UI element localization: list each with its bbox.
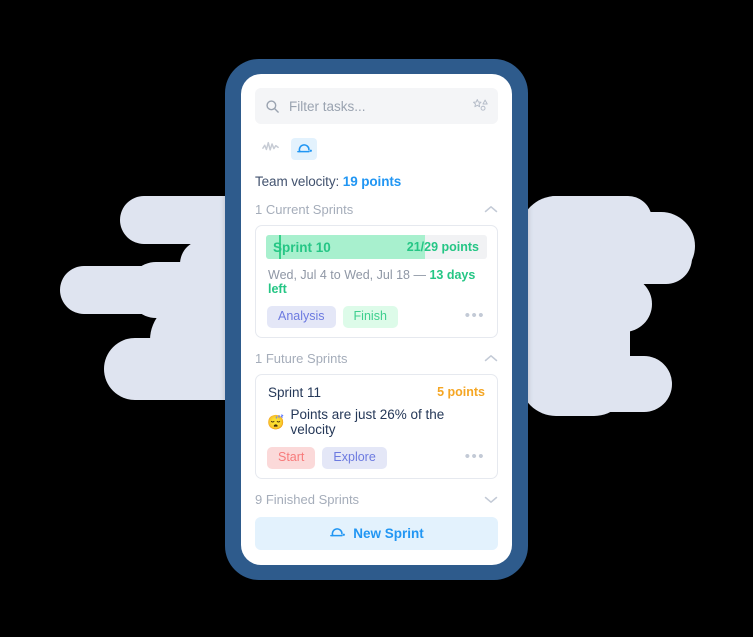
sprint-date-range: Wed, Jul 4 to Wed, Jul 18 — 13 days left (266, 268, 487, 296)
search-icon (265, 99, 280, 114)
magic-stars-icon[interactable] (472, 98, 489, 114)
view-toggle-group (255, 138, 498, 160)
sprint-progress-bar: Sprint 10 21/29 points (266, 235, 487, 259)
section-title-current-sprints: 1 Current Sprints (255, 202, 354, 217)
sprint-name: Sprint 10 (273, 239, 331, 255)
phone-screen: Team velocity: 19 points 1 Current Sprin… (241, 74, 512, 565)
sprint-icon (296, 140, 313, 159)
chevron-down-icon[interactable] (484, 495, 498, 504)
future-sprint-title-row: Sprint 11 5 points (266, 384, 487, 400)
sprint-dates: Wed, Jul 4 to Wed, Jul 18 — (268, 268, 426, 282)
future-sprint-note: 😴 Points are just 26% of the velocity (266, 407, 487, 437)
sprint-card-current[interactable]: Sprint 10 21/29 points Wed, Jul 4 to Wed… (255, 225, 498, 338)
future-sprint-tag-row: Start Explore ••• (266, 446, 487, 469)
activity-chart-icon (261, 140, 279, 158)
more-options-icon[interactable]: ••• (465, 308, 487, 326)
section-header-future-sprints[interactable]: 1 Future Sprints (255, 351, 498, 366)
team-velocity-value: 19 points (342, 174, 402, 189)
filter-tasks-bar[interactable] (255, 88, 498, 124)
new-sprint-button[interactable]: New Sprint (255, 516, 498, 550)
section-title-finished-sprints: 9 Finished Sprints (255, 491, 360, 507)
future-sprint-points: 5 points (437, 385, 485, 400)
sprint-tag-analysis[interactable]: Analysis (267, 306, 336, 328)
sprint-card-future[interactable]: Sprint 11 5 points 😴 Points are just 26%… (255, 373, 498, 479)
sprint-icon (329, 524, 346, 543)
future-sprint-tag-explore[interactable]: Explore (322, 446, 387, 469)
view-toggle-sprints[interactable] (291, 138, 317, 160)
sleeping-face-icon: 😴 (267, 413, 285, 430)
section-header-current-sprints[interactable]: 1 Current Sprints (255, 202, 498, 217)
team-velocity-label: Team velocity: (255, 174, 340, 189)
team-velocity-line: Team velocity: 19 points (255, 174, 498, 189)
section-header-finished-sprints[interactable]: 9 Finished Sprints (255, 492, 498, 507)
chevron-up-icon[interactable] (484, 354, 498, 363)
future-sprint-note-text: Points are just 26% of the velocity (290, 406, 445, 437)
new-sprint-label: New Sprint (353, 525, 424, 541)
section-title-future-sprints: 1 Future Sprints (255, 350, 348, 366)
future-sprint-name: Sprint 11 (268, 384, 322, 400)
view-toggle-activity[interactable] (257, 138, 283, 160)
future-sprint-tag-start[interactable]: Start (267, 446, 316, 469)
sprint-tag-row: Analysis Finish ••• (266, 306, 487, 328)
more-options-icon[interactable]: ••• (465, 449, 487, 467)
app-content: Team velocity: 19 points 1 Current Sprin… (241, 74, 512, 565)
chevron-up-icon[interactable] (484, 205, 498, 214)
sprint-tag-finish[interactable]: Finish (342, 306, 398, 328)
sprint-points: 21/29 points (406, 240, 479, 254)
search-input[interactable] (289, 98, 466, 114)
